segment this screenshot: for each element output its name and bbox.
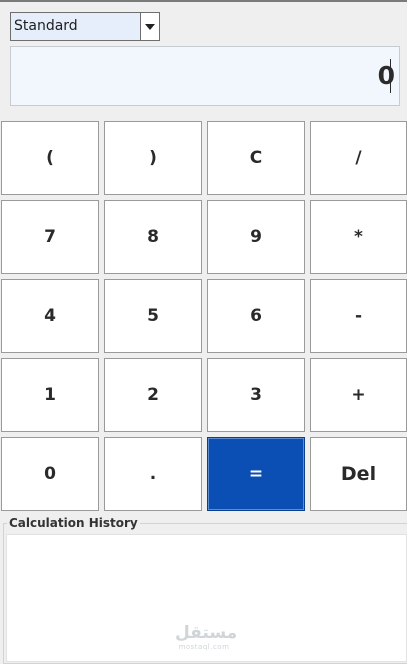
close-paren-button[interactable]: ) [104, 121, 202, 195]
digit-1-button[interactable]: 1 [1, 358, 99, 432]
divide-button[interactable]: / [310, 121, 407, 195]
multiply-button[interactable]: * [310, 200, 407, 274]
digit-7-button[interactable]: 7 [1, 200, 99, 274]
digit-9-button[interactable]: 9 [207, 200, 305, 274]
clear-button[interactable]: C [207, 121, 305, 195]
digit-0-button[interactable]: 0 [1, 437, 99, 511]
digit-6-button[interactable]: 6 [207, 279, 305, 353]
add-button[interactable]: + [310, 358, 407, 432]
digit-4-button[interactable]: 4 [1, 279, 99, 353]
calculation-history-title: Calculation History [7, 515, 140, 531]
digit-8-button[interactable]: 8 [104, 200, 202, 274]
delete-button[interactable]: Del [310, 437, 407, 511]
result-display[interactable]: 0 [10, 46, 400, 106]
digit-3-button[interactable]: 3 [207, 358, 305, 432]
digit-2-button[interactable]: 2 [104, 358, 202, 432]
watermark-text: mostaql.com [178, 643, 230, 651]
mode-select-value[interactable]: Standard [11, 13, 141, 40]
chevron-down-icon[interactable] [140, 13, 159, 40]
equals-button[interactable]: = [207, 437, 305, 511]
subtract-button[interactable]: - [310, 279, 407, 353]
window-top-border [0, 0, 407, 2]
display-value: 0 [377, 61, 395, 90]
digit-5-button[interactable]: 5 [104, 279, 202, 353]
open-paren-button[interactable]: ( [1, 121, 99, 195]
watermark-logo: مستقل mostaql.com [175, 623, 238, 655]
watermark-glyph: مستقل [175, 623, 238, 643]
mode-select[interactable]: Standard [10, 12, 160, 41]
decimal-button[interactable]: . [104, 437, 202, 511]
